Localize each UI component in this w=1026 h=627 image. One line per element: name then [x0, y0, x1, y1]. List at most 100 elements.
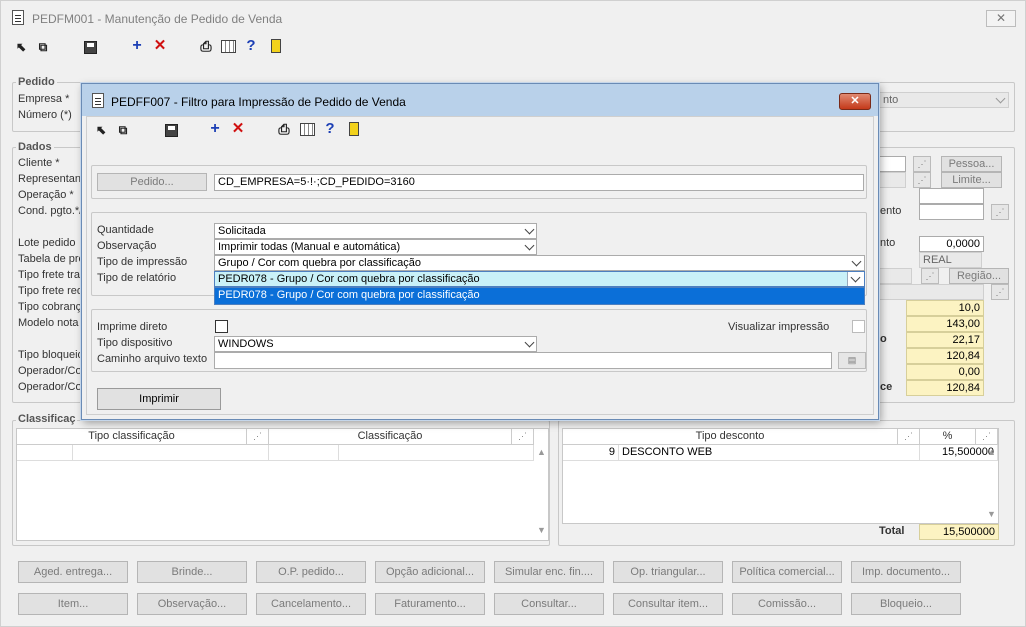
save-icon[interactable]: [165, 124, 178, 137]
desconto-grid[interactable]: Tipo desconto ⋰ % ⋰ 9 DESCONTO WEB 15,50…: [562, 428, 999, 524]
consultar-button[interactable]: Consultar...: [494, 593, 604, 615]
frete-red-field-tail: [879, 284, 984, 300]
delete-icon[interactable]: ✕: [229, 120, 247, 138]
desconto-desc-cell[interactable]: DESCONTO WEB: [619, 445, 920, 461]
representante-search-icon[interactable]: ⋰: [913, 172, 931, 188]
add-icon[interactable]: +: [128, 37, 146, 55]
modelo-nota-label: Modelo nota: [18, 317, 79, 329]
classificacao-grid[interactable]: Tipo classificação ⋰ Classificação ⋰ ▲ ▼: [16, 428, 549, 541]
table-cell[interactable]: [73, 445, 269, 461]
value-field-1: 10,0: [906, 300, 984, 316]
tipo-relatorio-dropdown-list[interactable]: PEDR078 - Grupo / Cor com quebra por cla…: [214, 287, 865, 305]
pedido-partial-combo[interactable]: nto: [879, 92, 1009, 108]
tipo-relatorio-select[interactable]: PEDR078 - Grupo / Cor com quebra por cla…: [214, 271, 865, 287]
scroll-up-icon[interactable]: ▲: [987, 447, 996, 457]
cliente-field-tail[interactable]: [879, 156, 906, 172]
col-classificacao[interactable]: Classificação: [269, 429, 512, 445]
imprimir-button[interactable]: Imprimir: [97, 388, 221, 410]
quantidade-select[interactable]: Solicitada: [214, 223, 537, 239]
pessoa-button[interactable]: Pessoa...: [941, 156, 1002, 172]
col-tipo-desconto[interactable]: Tipo desconto: [563, 429, 898, 445]
cond-pgto-search-icon[interactable]: ⋰: [991, 204, 1009, 220]
op-triangular-button[interactable]: Op. triangular...: [613, 561, 723, 583]
operacao-right-field[interactable]: [919, 188, 984, 204]
cursor-icon[interactable]: ⬉: [92, 121, 110, 139]
filter-icon[interactable]: ⋰: [512, 429, 534, 445]
copy-icon[interactable]: ⧉: [34, 38, 52, 56]
limite-button[interactable]: Limite...: [941, 172, 1002, 188]
exit-icon[interactable]: [349, 122, 359, 136]
brinde-button[interactable]: Brinde...: [137, 561, 247, 583]
help-icon[interactable]: ?: [321, 120, 339, 138]
bloqueio-button[interactable]: Bloqueio...: [851, 593, 961, 615]
calculator-icon[interactable]: [300, 123, 315, 136]
table-cell[interactable]: [17, 445, 73, 461]
simular-enc-fin-button[interactable]: Simular enc. fin....: [494, 561, 604, 583]
table-cell[interactable]: [269, 445, 339, 461]
observacao-button[interactable]: Observação...: [137, 593, 247, 615]
dialog-body: ⬉ ⧉ + ✕ ⎙ ? Pedido... CD_EMPRESA=5·!·;CD…: [86, 116, 874, 415]
dialog-pedido-button[interactable]: Pedido...: [97, 173, 207, 191]
cancelamento-button[interactable]: Cancelamento...: [256, 593, 366, 615]
tipo-dispositivo-select[interactable]: WINDOWS: [214, 336, 537, 352]
filter-icon[interactable]: ⋰: [247, 429, 269, 445]
regiao-button[interactable]: Região...: [949, 268, 1009, 284]
consultar-item-button[interactable]: Consultar item...: [613, 593, 723, 615]
folder-browse-icon[interactable]: ▤: [838, 352, 866, 369]
document-icon: [92, 93, 104, 108]
imprime-direto-checkbox[interactable]: [215, 320, 228, 333]
frete-search-icon[interactable]: ⋰: [921, 268, 939, 284]
real-field: REAL: [919, 252, 982, 268]
imp-documento-button[interactable]: Imp. documento...: [851, 561, 961, 583]
aged-entrega-button[interactable]: Aged. entrega...: [18, 561, 128, 583]
scroll-down-icon[interactable]: ▼: [537, 525, 546, 535]
opcao-adicional-button[interactable]: Opção adicional...: [375, 561, 485, 583]
cond-pgto-right-field[interactable]: [919, 204, 984, 220]
cliente-label: Cliente *: [18, 157, 60, 169]
observacao-select[interactable]: Imprimir todas (Manual e automática): [214, 239, 537, 255]
right-label-ce: ce: [880, 381, 893, 393]
cliente-search-icon[interactable]: ⋰: [913, 156, 931, 172]
value-field-4: 120,84: [906, 348, 984, 364]
desconto-code-cell[interactable]: 9: [563, 445, 619, 461]
pedido-group-title: Pedido: [16, 76, 57, 88]
numero-label: Número (*): [18, 109, 72, 121]
print-icon[interactable]: ⎙: [275, 120, 293, 138]
visualizar-label: Visualizar impressão: [728, 321, 830, 333]
scroll-up-icon[interactable]: ▲: [537, 447, 546, 457]
frete-red-search-icon[interactable]: ⋰: [991, 284, 1009, 300]
dialog-pedido-field[interactable]: CD_EMPRESA=5·!·;CD_PEDIDO=3160: [214, 174, 864, 191]
dialog-close-button[interactable]: ✕: [839, 93, 871, 110]
op-pedido-button[interactable]: O.P. pedido...: [256, 561, 366, 583]
main-close-button[interactable]: ✕: [986, 10, 1016, 27]
caminho-field[interactable]: [214, 352, 832, 369]
print-icon[interactable]: ⎙: [197, 37, 215, 55]
filter-icon[interactable]: ⋰: [976, 429, 998, 445]
politica-comercial-button[interactable]: Política comercial...: [732, 561, 842, 583]
help-icon[interactable]: ?: [242, 37, 260, 55]
col-tipo-classificacao[interactable]: Tipo classificação: [17, 429, 247, 445]
visualizar-checkbox[interactable]: [852, 320, 865, 333]
observacao-label: Observação: [97, 240, 157, 252]
add-icon[interactable]: +: [206, 120, 224, 138]
tabela-preco-label: Tabela de pre: [18, 253, 85, 265]
value-0000-field[interactable]: 0,0000: [919, 236, 984, 252]
tipo-impressao-select[interactable]: Grupo / Cor com quebra por classificação: [214, 255, 865, 271]
item-button[interactable]: Item...: [18, 593, 128, 615]
scroll-down-icon[interactable]: ▼: [987, 509, 996, 519]
faturamento-button[interactable]: Faturamento...: [375, 593, 485, 615]
table-cell[interactable]: [339, 445, 534, 461]
delete-icon[interactable]: ✕: [151, 37, 169, 55]
representante-field-tail[interactable]: [879, 172, 906, 188]
cursor-icon[interactable]: ⬉: [12, 38, 30, 56]
dialog-titlebar: PEDFF007 - Filtro para Impressão de Pedi…: [82, 84, 878, 116]
exit-icon[interactable]: [271, 39, 281, 53]
save-icon[interactable]: [84, 41, 97, 54]
dropdown-option[interactable]: PEDR078 - Grupo / Cor com quebra por cla…: [215, 288, 864, 304]
document-icon: [12, 10, 24, 25]
filter-icon[interactable]: ⋰: [898, 429, 920, 445]
col-percent[interactable]: %: [920, 429, 976, 445]
copy-icon[interactable]: ⧉: [114, 121, 132, 139]
calculator-icon[interactable]: [221, 40, 236, 53]
comissao-button[interactable]: Comissão...: [732, 593, 842, 615]
